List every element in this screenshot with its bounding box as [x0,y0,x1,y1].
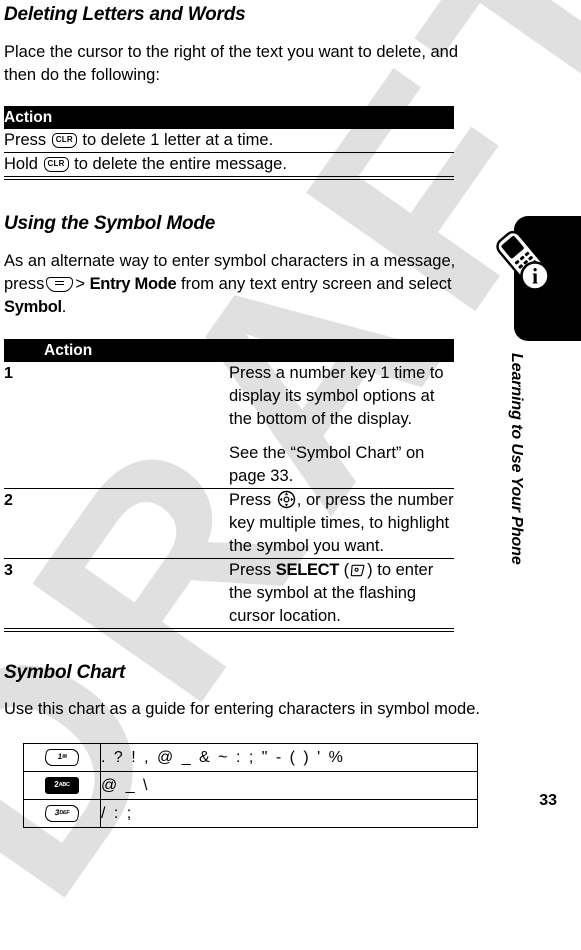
page-number: 33 [539,792,557,809]
step-number: 2 [4,488,229,559]
clr-key-icon: CLR [43,157,69,172]
key-3-symbols: / : ; [100,799,478,828]
key-3-icon: 3DEF [43,804,81,822]
key-2-icon: 2ABC [45,776,79,794]
key-2-symbols: @ _ \ [100,771,478,800]
table-row: 3DEF / : ; [23,799,478,828]
keypad-key-1-cell: 1✉ [23,743,101,772]
step-number: 1 [4,362,229,489]
action-detail: to delete 1 letter at a time. [82,131,274,149]
page-content: Deleting Letters and Words Place the cur… [4,0,480,828]
table-header-row: Action [4,106,454,129]
paren-open: ( [343,561,350,579]
table-row: 2ABC @ _ \ [23,771,478,800]
left-soft-key-icon [350,562,366,577]
phone-info-icon: i [489,228,563,302]
table-bottom-rule [4,179,454,180]
table-deleting-actions: Action Press CLR to delete 1 letter at a… [4,106,454,177]
key-1-symbols: . ? ! , @ _ & ~ : ; " - ( ) ' % [100,743,478,772]
intro-text-part2: from any text entry screen and select [181,275,452,293]
table-header-action: Action [4,339,454,362]
paragraph-symbol-chart-intro: Use this chart as a guide for entering c… [4,700,480,718]
clr-key-icon: CLR [51,133,77,148]
action-verb: Hold [4,155,38,173]
table-header-action: Action [4,106,454,129]
heading-symbol-chart: Symbol Chart [4,662,126,683]
table-row: 1 Press a number key 1 time to display i… [4,362,454,489]
heading-deleting-letters-and-words: Deleting Letters and Words [4,4,246,25]
keypad-key-2-cell: 2ABC [23,771,101,800]
step-3-description: Press SELECT ( ) to enter the symbol at … [229,558,454,629]
table-row: 3 Press SELECT ( ) to enter the symbol a… [4,558,454,629]
menu-item-entry-mode: Entry Mode [89,275,177,293]
heading-using-the-symbol-mode: Using the Symbol Mode [4,213,216,234]
chapter-label: Learning to Use Your Phone [508,353,525,565]
menu-item-symbol: Symbol [4,298,62,316]
intro-separator: > [75,275,85,293]
menu-key-icon [46,277,74,292]
key-1-icon: 1✉ [43,748,81,766]
paragraph-deleting-intro: Place the cursor to the right of the tex… [4,43,459,84]
table-row: 2 Press , or press the number key multip… [4,488,454,559]
action-press-clr: Press CLR to delete 1 letter at a time. [4,129,454,153]
action-hold-clr: Hold CLR to delete the entire message. [4,152,454,177]
softkey-label-select: SELECT [275,561,340,579]
step-2-description: Press , or press the number key multiple… [229,488,454,559]
manual-page: Deleting Letters and Words Place the cur… [0,0,581,828]
action-detail: to delete the entire message. [74,155,287,173]
step-1-cross-reference: See the “Symbol Chart” on page 33. [229,444,425,485]
table-row: Press CLR to delete 1 letter at a time. [4,129,454,153]
table-header-row: Action [4,339,454,362]
action-verb: Press [4,131,47,149]
table-symbol-mode-steps: Action 1 Press a number key 1 time to di… [4,339,454,629]
table-bottom-rule [4,631,454,632]
step-1-description: Press a number key 1 time to display its… [229,362,454,489]
step-number: 3 [4,558,229,629]
paren-close: ) [367,561,373,579]
step-verb: Press [229,561,272,579]
step-verb: Press [229,491,272,509]
paragraph-symbol-mode-intro: As an alternate way to enter symbol char… [4,250,474,319]
intro-period: . [61,298,67,316]
table-row: 1✉ . ? ! , @ _ & ~ : ; " - ( ) ' % [23,743,478,772]
keypad-key-3-cell: 3DEF [23,799,101,828]
table-row: Hold CLR to delete the entire message. [4,152,454,177]
svg-text:i: i [532,264,538,289]
table-symbol-chart: 1✉ . ? ! , @ _ & ~ : ; " - ( ) ' % 2ABC … [23,743,478,828]
navigation-key-icon [277,490,296,509]
step-1-line-1: Press a number key 1 time to display its… [229,364,444,428]
